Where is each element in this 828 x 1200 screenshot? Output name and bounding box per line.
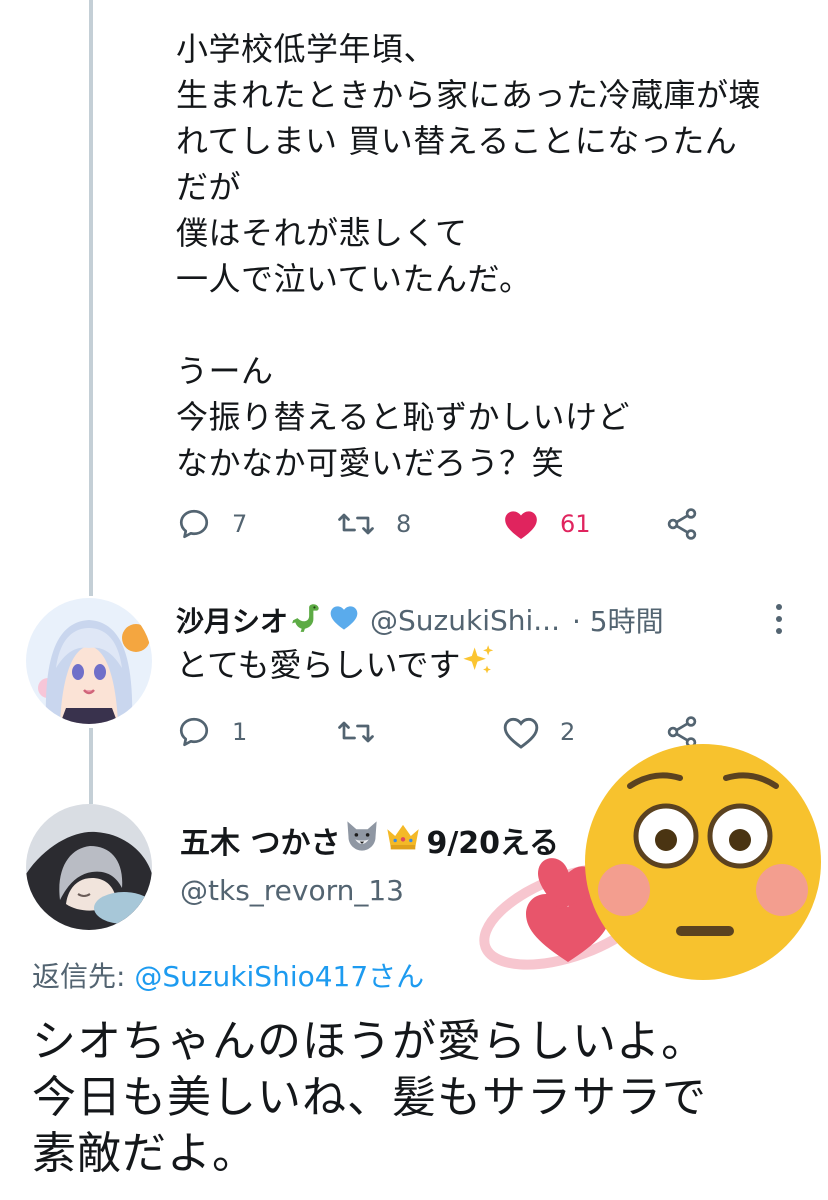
- reply-count: 7: [232, 510, 248, 538]
- dinosaur-icon: [290, 600, 324, 641]
- reply-to-label: 返信先:: [32, 960, 135, 993]
- reply-text: とても愛らしいです: [176, 642, 496, 691]
- reply-header: 沙月シオ @SuzukiShi... · 5時間: [176, 596, 796, 644]
- share-button[interactable]: [664, 504, 700, 544]
- flushed-face-sticker: [470, 740, 828, 990]
- crown-icon: [384, 820, 422, 860]
- share-icon: [664, 506, 700, 542]
- retweet-button[interactable]: [336, 712, 376, 752]
- blue-heart-icon: [328, 602, 360, 639]
- heart-filled-icon: [502, 506, 540, 542]
- reply-button[interactable]: 1: [176, 712, 247, 752]
- retweet-button[interactable]: 8: [336, 504, 411, 544]
- retweet-icon: [336, 714, 376, 750]
- handle[interactable]: @SuzukiShi...: [370, 604, 560, 637]
- like-count: 61: [560, 510, 591, 538]
- thread-line: [89, 0, 93, 596]
- reply-icon: [176, 506, 212, 542]
- display-name[interactable]: 五木 つかさ: [180, 818, 340, 862]
- reply-button[interactable]: 7: [176, 504, 247, 544]
- like-button[interactable]: 61: [502, 504, 591, 544]
- tweet-text: 小学校低学年頃、 生まれたときから家にあった冷蔵庫が壊 れてしまい 買い替えるこ…: [176, 30, 762, 482]
- wolf-icon: [344, 819, 380, 861]
- handle[interactable]: @tks_revorn_13: [180, 874, 404, 907]
- sparkles-icon: [460, 643, 496, 691]
- retweet-count: 8: [396, 510, 412, 538]
- display-name[interactable]: 沙月シオ: [176, 600, 288, 640]
- reply-to-line: 返信先: @SuzukiShio417さん: [32, 955, 424, 995]
- retweet-icon: [336, 506, 376, 542]
- focused-tweet-text: シオちゃんのほうが愛らしいよ。 今日も美しいね、髪もサラサラで 素敵だよ。: [32, 1016, 707, 1179]
- avatar[interactable]: [26, 804, 152, 930]
- reply-text-content: とても愛らしいです: [176, 646, 461, 684]
- tweet-actions: 7 8 61: [176, 504, 716, 544]
- reply-count: 1: [232, 718, 248, 746]
- reply-icon: [176, 714, 212, 750]
- more-options-button[interactable]: [772, 602, 786, 640]
- avatar[interactable]: [26, 598, 152, 724]
- mention-link[interactable]: @SuzukiShio417さん: [134, 960, 424, 993]
- timestamp[interactable]: · 5時間: [572, 600, 664, 640]
- thread-line: [89, 728, 93, 804]
- more-vertical-icon: [772, 604, 786, 640]
